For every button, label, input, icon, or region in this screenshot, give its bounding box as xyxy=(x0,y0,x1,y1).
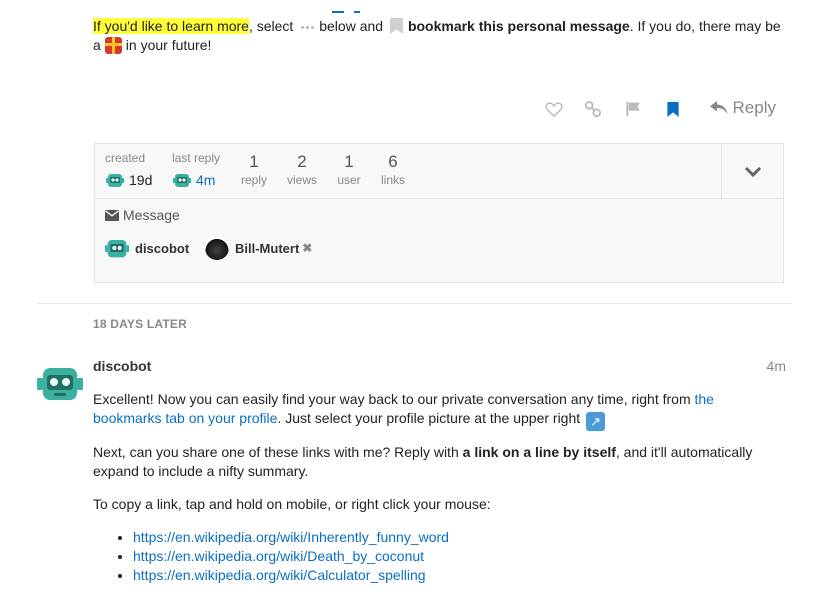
wikipedia-link[interactable]: https://en.wikipedia.org/wiki/Death_by_c… xyxy=(133,548,424,564)
avatar xyxy=(205,236,229,260)
remove-participant-icon[interactable]: ✖ xyxy=(302,241,312,255)
participant-name: discobot xyxy=(135,240,190,256)
top-progress-fragment xyxy=(332,0,368,13)
list-item: https://en.wikipedia.org/wiki/Death_by_c… xyxy=(133,547,783,566)
robot-avatar-icon[interactable] xyxy=(37,360,83,406)
list-item: https://en.wikipedia.org/wiki/Inherently… xyxy=(133,528,783,547)
message-label: Message xyxy=(123,207,180,223)
topic-map: created 19d last reply 4m 1 reply 2 view… xyxy=(94,143,784,283)
flag-button[interactable] xyxy=(623,97,643,121)
participant-name: Bill-Mutert xyxy=(235,240,300,256)
post-username[interactable]: discobot xyxy=(93,358,151,374)
bookmark-button[interactable] xyxy=(663,97,683,121)
last-reply-label: last reply xyxy=(172,151,221,165)
link-list: https://en.wikipedia.org/wiki/Inherently… xyxy=(93,528,783,585)
post-paragraph: To copy a link, tap and hold on mobile, … xyxy=(93,496,491,512)
stat-replies-label: reply xyxy=(240,173,267,187)
reply-button[interactable]: Reply xyxy=(710,96,776,120)
link-icon xyxy=(584,100,602,118)
stat-views-value: 2 xyxy=(297,152,307,171)
envelope-icon xyxy=(105,209,119,221)
bookmark-icon xyxy=(389,18,403,34)
stat-users-label: user xyxy=(337,173,361,187)
bold-instruction: bookmark this personal message xyxy=(407,18,630,34)
created-value: 19d xyxy=(129,172,153,188)
list-item: https://en.wikipedia.org/wiki/Calculator… xyxy=(133,566,783,585)
stat-replies-value: 1 xyxy=(249,152,259,171)
participant-bill-mutert[interactable]: Bill-Mutert ✖ xyxy=(205,236,312,260)
flag-icon xyxy=(625,101,640,117)
share-link-button[interactable] xyxy=(583,97,603,121)
stat-links-label: links xyxy=(380,173,405,187)
post-age[interactable]: 4m xyxy=(760,358,786,374)
reply-arrow-icon xyxy=(710,100,728,115)
arrow-up-right-icon: ↗ xyxy=(586,412,606,431)
stat-users-value: 1 xyxy=(344,152,354,171)
post-paragraph: Next, can you share one of these links w… xyxy=(93,444,753,479)
chevron-down-icon xyxy=(744,166,761,177)
more-dots-icon xyxy=(301,22,315,32)
gift-icon xyxy=(104,37,122,54)
message-header: Message xyxy=(105,207,180,223)
heart-icon xyxy=(545,102,563,117)
wikipedia-link[interactable]: https://en.wikipedia.org/wiki/Calculator… xyxy=(133,567,426,583)
stat-links-value: 6 xyxy=(388,152,398,171)
time-gap-label: 18 DAYS LATER xyxy=(93,317,187,331)
topic-map-summary: created 19d last reply 4m 1 reply 2 view… xyxy=(95,144,783,199)
stat-views-label: views xyxy=(286,173,317,187)
expand-topic-map-button[interactable] xyxy=(721,144,783,199)
post-body-1: If you'd like to learn more, select belo… xyxy=(93,18,781,54)
reply-label: Reply xyxy=(732,98,776,117)
wikipedia-link[interactable]: https://en.wikipedia.org/wiki/Inherently… xyxy=(133,529,449,545)
highlighted-text: If you'd like to learn more xyxy=(93,18,249,34)
post-paragraph: Excellent! Now you can easily find your … xyxy=(93,391,714,431)
participant-discobot[interactable]: discobot xyxy=(105,236,189,260)
last-reply-value[interactable]: 4m xyxy=(196,172,215,188)
bookmark-icon xyxy=(667,101,679,117)
robot-avatar-icon xyxy=(106,174,124,187)
robot-avatar-icon xyxy=(173,174,191,187)
robot-avatar-icon xyxy=(105,240,129,258)
created-label: created xyxy=(105,151,146,165)
divider xyxy=(37,303,792,304)
like-button[interactable] xyxy=(544,97,564,121)
